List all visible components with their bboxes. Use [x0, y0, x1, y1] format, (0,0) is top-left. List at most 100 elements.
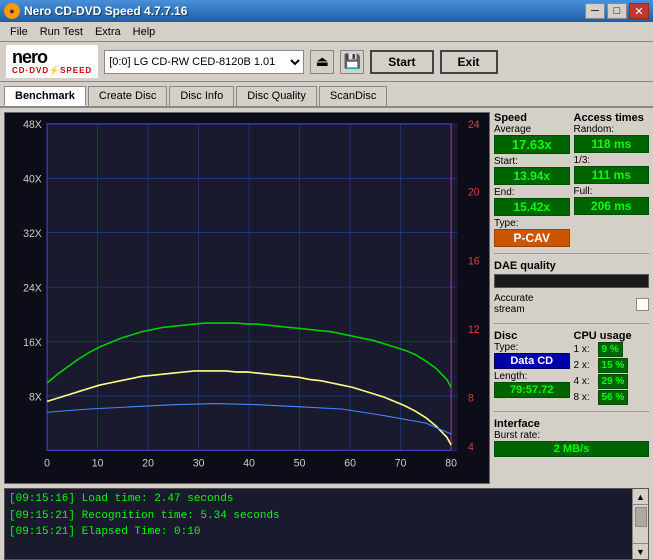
scroll-up-button[interactable]: ▲: [633, 489, 648, 505]
save-button[interactable]: 💾: [340, 50, 364, 74]
chart-area: 48X 40X 32X 24X 16X 8X 24 20 16 12 8 4 0…: [4, 112, 490, 484]
svg-text:48X: 48X: [23, 119, 42, 131]
speed-title: Speed: [494, 112, 570, 124]
disc-length-value: 79:57.72: [494, 382, 570, 398]
menu-bar: File Run Test Extra Help: [0, 22, 653, 42]
cpu-8x-label: 8 x:: [574, 392, 596, 403]
logo: nero CD·DVD⚡SPEED: [6, 45, 98, 78]
close-button[interactable]: ✕: [629, 3, 649, 19]
cpu-2x: 2 x: 15 %: [574, 358, 650, 373]
svg-text:10: 10: [92, 458, 104, 470]
svg-text:8X: 8X: [29, 391, 42, 403]
speed-start-label: Start:: [494, 156, 570, 167]
speed-type-value: P-CAV: [494, 229, 570, 247]
speed-average-value: 17.63x: [494, 135, 570, 154]
svg-text:12: 12: [468, 324, 480, 336]
logo-sub-text: CD·DVD⚡SPEED: [12, 66, 92, 75]
tab-disc-quality[interactable]: Disc Quality: [236, 86, 317, 106]
app-icon: ●: [4, 3, 20, 19]
drive-selector[interactable]: [0:0] LG CD-RW CED-8120B 1.01: [104, 50, 304, 74]
dae-title: DAE quality: [494, 260, 649, 272]
speed-section: Speed Average 17.63x Start: 13.94x End: …: [494, 112, 570, 247]
svg-text:16: 16: [468, 255, 480, 267]
main-content: 48X 40X 32X 24X 16X 8X 24 20 16 12 8 4 0…: [0, 108, 653, 488]
access-random-label: Random:: [574, 124, 650, 135]
log-scrollbar: ▲ ▼: [632, 489, 648, 559]
disc-type-value: Data CD: [494, 353, 570, 369]
scroll-down-button[interactable]: ▼: [633, 543, 648, 559]
access-random-value: 118 ms: [574, 135, 650, 153]
svg-text:0: 0: [44, 458, 50, 470]
speed-end-label: End:: [494, 187, 570, 198]
svg-text:4: 4: [468, 441, 474, 453]
svg-text:24X: 24X: [23, 282, 42, 294]
cpu-8x-value: 56 %: [598, 390, 629, 405]
svg-text:40: 40: [243, 458, 255, 470]
access-full-label: Full:: [574, 186, 650, 197]
toolbar: nero CD·DVD⚡SPEED [0:0] LG CD-RW CED-812…: [0, 42, 653, 82]
accurate-stream-checkbox[interactable]: [636, 298, 649, 311]
cpu-1x: 1 x: 9 %: [574, 342, 650, 357]
maximize-button[interactable]: □: [607, 3, 627, 19]
cpu-8x: 8 x: 56 %: [574, 390, 650, 405]
tab-disc-info[interactable]: Disc Info: [169, 86, 234, 106]
interface-section: Interface Burst rate: 2 MB/s: [494, 418, 649, 457]
cpu-2x-value: 15 %: [598, 358, 629, 373]
svg-text:50: 50: [294, 458, 306, 470]
exit-button[interactable]: Exit: [440, 50, 498, 74]
cpu-section: CPU usage 1 x: 9 % 2 x: 15 % 4 x: 29 % 8…: [574, 330, 650, 405]
tab-benchmark[interactable]: Benchmark: [4, 86, 86, 106]
svg-text:80: 80: [445, 458, 457, 470]
cpu-4x-value: 29 %: [598, 374, 629, 389]
svg-text:40X: 40X: [23, 173, 42, 185]
svg-text:20: 20: [468, 187, 480, 199]
access-title: Access times: [574, 112, 650, 124]
menu-help[interactable]: Help: [127, 24, 162, 40]
svg-text:16X: 16X: [23, 337, 42, 349]
speed-end-value: 15.42x: [494, 198, 570, 216]
menu-file[interactable]: File: [4, 24, 34, 40]
svg-text:20: 20: [142, 458, 154, 470]
accurate-stream-label: Accurate: [494, 293, 633, 304]
dae-bar: [494, 274, 649, 288]
accurate-stream-row: Accurate stream: [494, 293, 649, 315]
disc-title: Disc: [494, 330, 570, 342]
svg-text:30: 30: [193, 458, 205, 470]
disc-section: Disc Type: Data CD Length: 79:57.72: [494, 330, 570, 405]
minimize-button[interactable]: ─: [585, 3, 605, 19]
scroll-thumb[interactable]: [633, 505, 648, 543]
log-entry-1: [09:15:16] Load time: 2.47 seconds: [9, 491, 628, 508]
access-section: Access times Random: 118 ms 1/3: 111 ms …: [574, 112, 650, 247]
log-area: [09:15:16] Load time: 2.47 seconds [09:1…: [5, 489, 632, 559]
benchmark-chart: 48X 40X 32X 24X 16X 8X 24 20 16 12 8 4 0…: [5, 113, 489, 483]
burst-rate-value: 2 MB/s: [494, 441, 649, 457]
logo-nero-text: nero: [12, 48, 47, 66]
burst-rate-label: Burst rate:: [494, 430, 649, 441]
svg-text:60: 60: [344, 458, 356, 470]
disc-type-label: Type:: [494, 342, 570, 353]
accurate-stream-label2: stream: [494, 304, 633, 315]
disc-length-label: Length:: [494, 371, 570, 382]
right-panel: Speed Average 17.63x Start: 13.94x End: …: [494, 112, 649, 484]
interface-title: Interface: [494, 418, 649, 430]
cpu-4x: 4 x: 29 %: [574, 374, 650, 389]
eject-button[interactable]: ⏏: [310, 50, 334, 74]
disc-cpu-row: Disc Type: Data CD Length: 79:57.72 CPU …: [494, 330, 649, 405]
svg-text:24: 24: [468, 119, 480, 131]
tab-create-disc[interactable]: Create Disc: [88, 86, 167, 106]
tab-scan-disc[interactable]: ScanDisc: [319, 86, 387, 106]
title-bar: ● Nero CD-DVD Speed 4.7.7.16 ─ □ ✕: [0, 0, 653, 22]
speed-start-value: 13.94x: [494, 167, 570, 185]
menu-extra[interactable]: Extra: [89, 24, 127, 40]
title-controls: ─ □ ✕: [585, 3, 649, 19]
cpu-2x-label: 2 x:: [574, 360, 596, 371]
log-area-wrapper: [09:15:16] Load time: 2.47 seconds [09:1…: [4, 488, 649, 560]
menu-run-test[interactable]: Run Test: [34, 24, 89, 40]
cpu-4x-label: 4 x:: [574, 376, 596, 387]
dae-section: DAE quality: [494, 260, 649, 290]
speed-average-label: Average: [494, 124, 570, 135]
start-button[interactable]: Start: [370, 50, 433, 74]
access-full-value: 206 ms: [574, 197, 650, 215]
window-title: Nero CD-DVD Speed 4.7.7.16: [24, 4, 187, 18]
access-onethird-value: 111 ms: [574, 166, 650, 184]
